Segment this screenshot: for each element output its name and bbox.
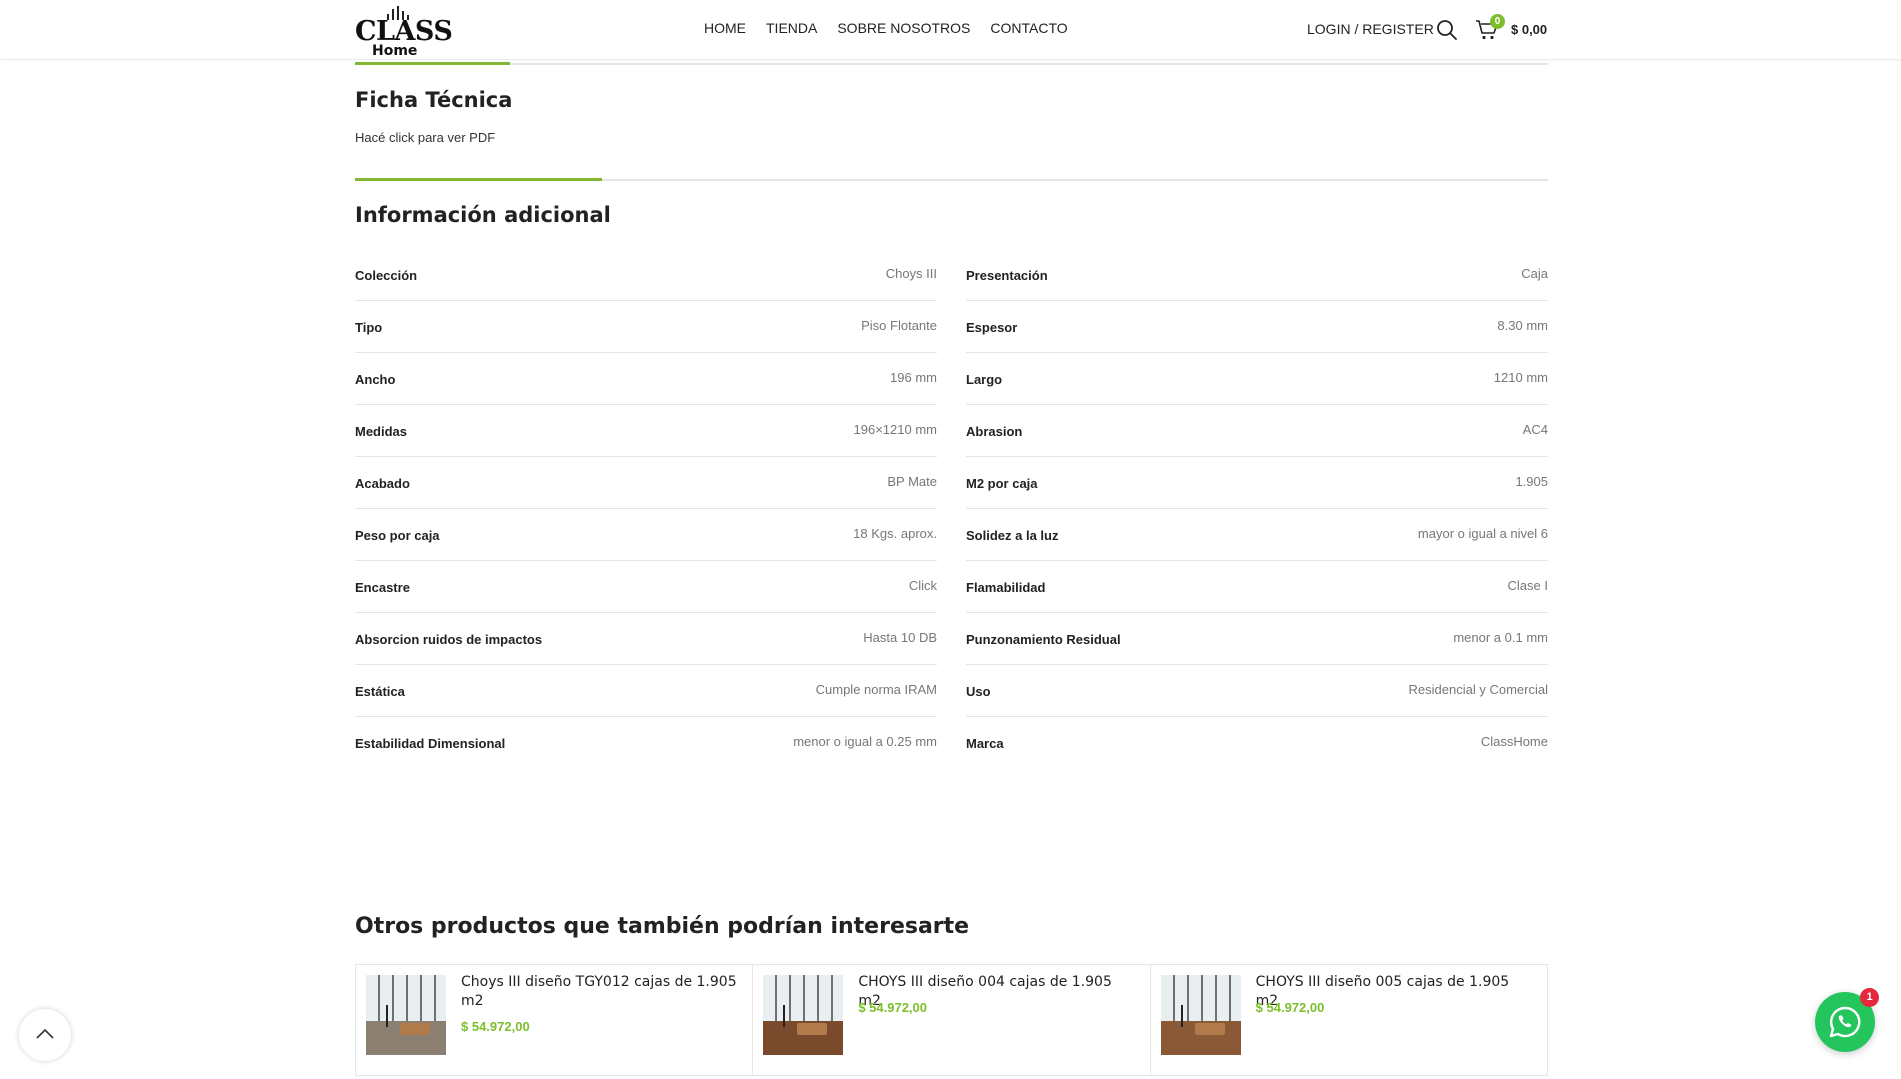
login-register-link[interactable]: LOGIN / REGISTER (1307, 21, 1434, 37)
main-nav: HOME TIENDA SOBRE NOSOTROS CONTACTO (704, 20, 1068, 36)
attribute-label: Encastre (355, 580, 410, 595)
attribute-label: Acabado (355, 476, 410, 491)
attribute-row: Peso por caja 18 Kgs. aprox. (355, 509, 937, 561)
product-card[interactable]: CHOYS III diseño 005 cajas de 1.905 m2 $… (1151, 965, 1547, 1075)
attribute-value: Piso Flotante (861, 318, 937, 333)
attribute-value: Clase I (1507, 578, 1548, 593)
attribute-row: Abrasion AC4 (966, 405, 1548, 457)
nav-home[interactable]: HOME (704, 20, 746, 36)
attribute-value: 8.30 mm (1497, 318, 1548, 333)
product-thumbnail[interactable] (1160, 975, 1241, 1055)
related-products-title: Otros productos que también podrían inte… (355, 914, 970, 939)
attribute-label: Espesor (966, 320, 1018, 335)
attribute-label: Uso (966, 684, 991, 699)
attributes-right-column: Presentación Caja Espesor 8.30 mm Largo 121… (966, 249, 1548, 769)
attribute-label: Ancho (355, 372, 396, 387)
attribute-label: Tipo (355, 320, 383, 335)
attribute-row: Punzonamiento Residual menor a 0.1 mm (966, 613, 1548, 665)
attribute-value: 196×1210 mm (853, 422, 937, 437)
attribute-value: Cumple norma IRAM (815, 682, 937, 697)
scroll-to-top-button[interactable] (19, 1009, 71, 1061)
attribute-row: Encastre Click (355, 561, 937, 613)
attribute-label: Medidas (355, 424, 408, 439)
nav-sobre-nosotros[interactable]: SOBRE NOSOTROS (837, 20, 970, 36)
attribute-label: Estática (355, 684, 405, 699)
attribute-row: Presentación Caja (966, 249, 1548, 301)
attribute-value: AC4 (1522, 422, 1548, 437)
attribute-value: 1.905 (1515, 474, 1548, 489)
nav-contacto[interactable]: CONTACTO (990, 20, 1067, 36)
product-thumbnail[interactable] (366, 975, 446, 1055)
attribute-value: menor o igual a 0.25 mm (793, 734, 937, 749)
chevron-up-icon (36, 1028, 54, 1039)
product-price: $ 54.972,00 (461, 1019, 530, 1034)
logo[interactable]: CLASS Home (355, 6, 453, 59)
cart-count-badge: 0 (1490, 14, 1505, 29)
attribute-row: Ancho 196 mm (355, 353, 937, 405)
attribute-row: M2 por caja 1.905 (966, 457, 1548, 509)
attribute-label: Presentación (966, 268, 1048, 283)
attribute-value: 1210 mm (1493, 370, 1548, 385)
whatsapp-icon (1829, 1006, 1861, 1038)
attribute-label: Estabilidad Dimensional (355, 736, 506, 751)
attribute-value: BP Mate (887, 474, 937, 489)
attribute-value: menor a 0.1 mm (1453, 630, 1548, 645)
site-header: CLASS Home HOME TIENDA SOBRE NOSOTROS CO… (0, 0, 1901, 60)
info-title: Información adicional (355, 203, 611, 227)
product-title[interactable]: Choys III diseño TGY012 cajas de 1.905 m… (461, 973, 741, 1011)
cart-total[interactable]: $ 0,00 (1511, 22, 1547, 37)
product-card[interactable]: CHOYS III diseño 004 cajas de 1.905 m2 $… (753, 965, 1151, 1075)
product-thumbnail[interactable] (763, 975, 844, 1055)
attribute-row: Uso Residencial y Comercial (966, 665, 1548, 717)
related-products-list: Choys III diseño TGY012 cajas de 1.905 m… (355, 964, 1548, 1076)
attribute-row: Acabado BP Mate (355, 457, 937, 509)
nav-tienda[interactable]: TIENDA (766, 20, 817, 36)
attribute-value: mayor o igual a nivel 6 (1417, 526, 1548, 541)
logo-sub: Home (372, 43, 418, 59)
attribute-row: Medidas 196×1210 mm (355, 405, 937, 457)
attribute-row: Flamabilidad Clase I (966, 561, 1548, 613)
attribute-value: 18 Kgs. aprox. (853, 526, 937, 541)
attribute-label: Solidez a la luz (966, 528, 1059, 543)
attribute-label: M2 por caja (966, 476, 1038, 491)
attribute-label: Colección (355, 268, 418, 283)
attribute-label: Absorcion ruidos de impactos (355, 632, 543, 647)
attributes-left-column: Colección Choys III Tipo Piso Flotante Anc… (355, 249, 937, 769)
attribute-row: Estabilidad Dimensional menor o igual a 0… (355, 717, 937, 769)
ficha-tab-accent (355, 62, 510, 65)
attribute-row: Colección Choys III (355, 249, 937, 301)
attribute-value: 196 mm (890, 370, 937, 385)
whatsapp-notification-badge: 1 (1860, 988, 1879, 1007)
attribute-row: Espesor 8.30 mm (966, 301, 1548, 353)
logo-word: CLASS (355, 16, 453, 47)
product-card[interactable]: Choys III diseño TGY012 cajas de 1.905 m… (356, 965, 754, 1075)
attribute-row: Tipo Piso Flotante (355, 301, 937, 353)
attribute-label: Marca (966, 736, 1004, 751)
attribute-value: Click (908, 578, 937, 593)
attribute-row: Largo 1210 mm (966, 353, 1548, 405)
attribute-label: Largo (966, 372, 1003, 387)
product-price: $ 54.972,00 (858, 1000, 928, 1015)
attribute-value: Hasta 10 DB (863, 630, 937, 645)
attribute-value: Choys III (885, 266, 937, 281)
search-icon[interactable] (1436, 19, 1458, 41)
attribute-value: ClassHome (1480, 734, 1548, 749)
attribute-label: Flamabilidad (966, 580, 1046, 595)
attribute-label: Peso por caja (355, 528, 440, 543)
attribute-row: Solidez a la luz mayor o igual a nivel 6 (966, 509, 1548, 561)
attribute-row: Absorcion ruidos de impactos Hasta 10 DB (355, 613, 937, 665)
ficha-title: Ficha Técnica (355, 88, 513, 112)
product-price: $ 54.972,00 (1255, 1000, 1325, 1015)
attribute-row: Estática Cumple norma IRAM (355, 665, 937, 717)
attribute-value: Residencial y Comercial (1408, 682, 1548, 697)
attribute-row: Marca ClassHome (966, 717, 1548, 769)
attribute-label: Abrasion (966, 424, 1023, 439)
info-tab-accent (355, 178, 602, 181)
attribute-value: Caja (1521, 266, 1548, 281)
info-tab-divider (355, 178, 1548, 181)
ficha-pdf-link[interactable]: Hacé click para ver PDF (355, 130, 495, 145)
attribute-label: Punzonamiento Residual (966, 632, 1121, 647)
ficha-tab-divider (355, 62, 1548, 65)
